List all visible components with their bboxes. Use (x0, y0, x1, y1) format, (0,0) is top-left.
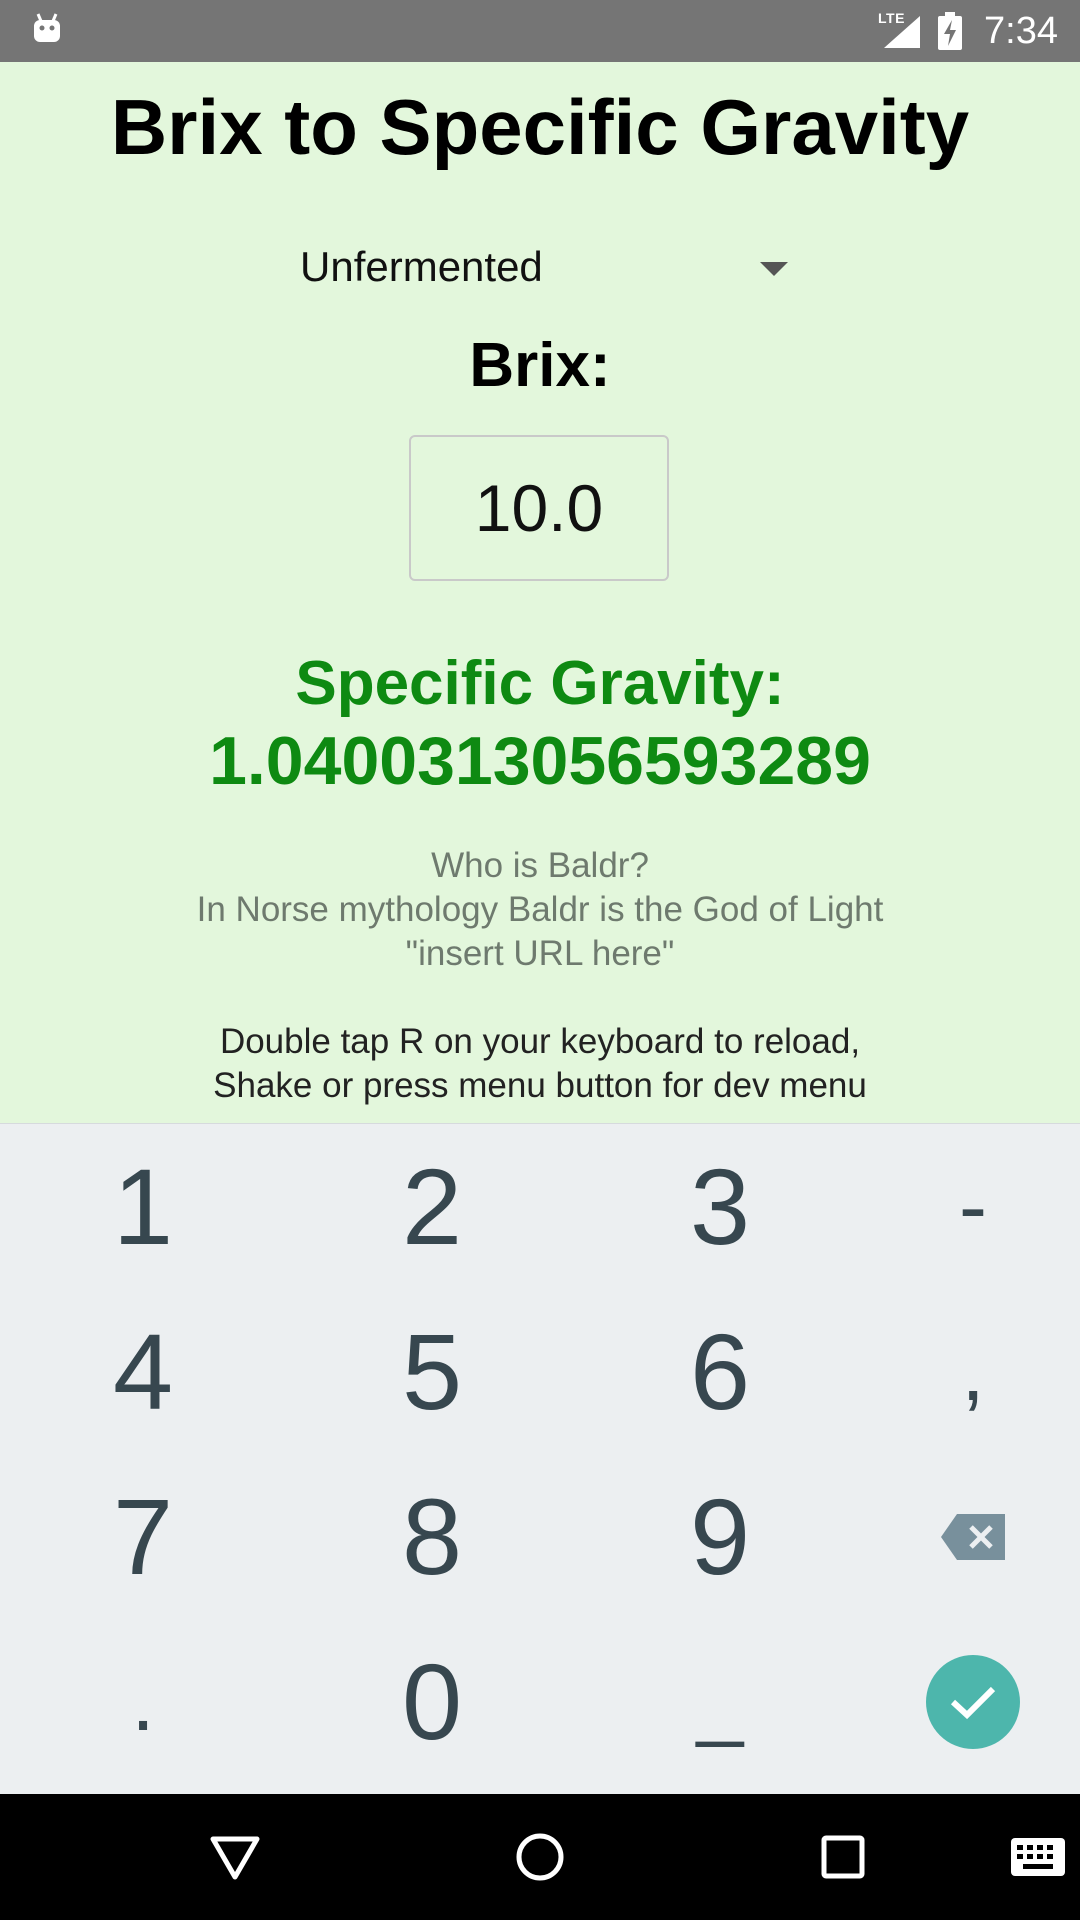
done-button[interactable] (926, 1654, 1020, 1749)
status-bar: LTE 7:34 (0, 0, 1080, 62)
key-2[interactable]: 2 (297, 1124, 567, 1289)
key-space[interactable]: _ (585, 1619, 855, 1784)
recents-button[interactable] (808, 1822, 878, 1892)
specific-gravity-label: Specific Gravity: (295, 649, 785, 718)
info-text: Who is Baldr? In Norse mythology Baldr i… (0, 844, 1080, 976)
dev-hint-text: Double tap R on your keyboard to reload,… (0, 1020, 1080, 1108)
specific-gravity-value: 1.0400313056593289 (209, 723, 871, 799)
mode-dropdown[interactable]: Unfermented (290, 227, 800, 307)
key-0[interactable]: 0 (297, 1619, 567, 1784)
key-backspace[interactable] (838, 1454, 1080, 1619)
key-9[interactable]: 9 (585, 1454, 855, 1619)
keyboard-switch-button[interactable] (1010, 1822, 1066, 1892)
backspace-icon (941, 1513, 1005, 1560)
app-content: Brix to Specific Gravity Unfermented Bri… (0, 62, 1080, 1123)
navigation-bar (0, 1794, 1080, 1920)
info-line: In Norse mythology Baldr is the God of L… (196, 890, 884, 929)
dropdown-arrow-icon (760, 262, 788, 276)
info-line: Who is Baldr? (431, 846, 649, 885)
key-done[interactable] (838, 1619, 1080, 1784)
key-7[interactable]: 7 (8, 1454, 278, 1619)
brix-label: Brix: (469, 331, 611, 400)
home-icon (516, 1833, 564, 1881)
lte-signal-icon: LTE (878, 10, 922, 50)
dev-hint-line: Shake or press menu button for dev menu (213, 1066, 867, 1105)
home-button[interactable] (505, 1822, 575, 1892)
numeric-keyboard: 1 2 3 - 4 5 6 , 7 8 9 . 0 _ (0, 1123, 1080, 1795)
key-period[interactable]: . (8, 1619, 278, 1784)
info-line: "insert URL here" (405, 934, 675, 973)
key-6[interactable]: 6 (585, 1289, 855, 1454)
key-3[interactable]: 3 (585, 1124, 855, 1289)
back-icon (210, 1836, 260, 1880)
android-debug-icon (34, 13, 60, 42)
key-5[interactable]: 5 (297, 1289, 567, 1454)
key-8[interactable]: 8 (297, 1454, 567, 1619)
keyboard-switch-icon (1011, 1838, 1065, 1876)
page-title: Brix to Specific Gravity (110, 83, 970, 171)
battery-charging-icon (938, 12, 963, 50)
dev-hint-line: Double tap R on your keyboard to reload, (219, 1022, 861, 1061)
brix-input[interactable] (409, 435, 669, 581)
key-4[interactable]: 4 (8, 1289, 278, 1454)
key-minus[interactable]: - (838, 1124, 1080, 1289)
clock: 7:34 (984, 9, 1058, 52)
mode-dropdown-value: Unfermented (300, 243, 543, 290)
back-button[interactable] (200, 1822, 270, 1892)
key-comma[interactable]: , (838, 1289, 1080, 1454)
recents-icon (821, 1835, 865, 1879)
key-1[interactable]: 1 (8, 1124, 278, 1289)
check-icon (950, 1686, 996, 1719)
